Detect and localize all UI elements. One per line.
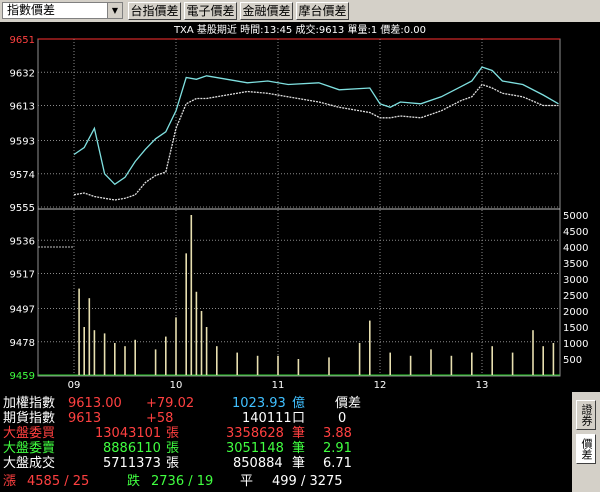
price-tick-label: 9651 <box>10 35 35 46</box>
chevron-down-icon[interactable]: ▼ <box>107 3 122 18</box>
price-tick-label: 9459 <box>10 371 35 382</box>
volume-tick-label: 1000 <box>563 339 588 350</box>
advancers-label: 漲 <box>3 474 17 489</box>
price-tick-label: 9555 <box>10 203 35 214</box>
volume-tick-label: 3500 <box>563 259 588 270</box>
price-tick-label: 9574 <box>10 170 35 181</box>
taiex-amount: 1023.93 <box>232 396 286 411</box>
taiex-label: 加權指數 <box>3 396 56 411</box>
market-volume-label: 大盤成交 <box>3 456 56 471</box>
futures-label: 期貨指數 <box>3 411 56 426</box>
tab-spread[interactable]: 價差 <box>576 434 596 464</box>
chart-header: TXA 基股期近 時間:13:45 成交:9613 單量:1 價差:0.00 <box>173 23 426 36</box>
taiex-price: 9613.00 <box>68 396 122 411</box>
market-ask-ratio: 2.91 <box>323 441 352 456</box>
unchanged-label: 平 <box>240 474 254 489</box>
futures-qty: 140111 <box>242 411 292 426</box>
market-ask-count-unit: 筆 <box>292 441 306 456</box>
futures-qty-unit: 口 <box>292 411 306 426</box>
side-tabbar: 證券 價差 <box>572 392 600 492</box>
market-volume-count: 850884 <box>233 456 283 471</box>
futures-price: 9613 <box>68 411 102 426</box>
time-tick-label: 13 <box>476 380 489 391</box>
market-ask-value: 8886110 <box>103 441 161 456</box>
spread-value: 0 <box>338 411 347 426</box>
taiex-change: +79.02 <box>146 396 195 411</box>
time-tick-label: 11 <box>272 380 285 391</box>
futures-change: +58 <box>146 411 174 426</box>
market-bid-label: 大盤委買 <box>3 426 56 441</box>
market-volume-ratio: 6.71 <box>323 456 352 471</box>
tab-securities[interactable]: 證券 <box>576 400 596 430</box>
chart-panel: TXA 基股期近 時間:13:45 成交:9613 單量:1 價差:0.00 9… <box>0 22 600 392</box>
market-bid-count: 3358628 <box>226 426 284 441</box>
time-tick-label: 12 <box>374 380 387 391</box>
price-tick-label: 9632 <box>10 68 35 79</box>
volume-tick-label: 1500 <box>563 323 588 334</box>
volume-tick-label: 4500 <box>563 227 588 238</box>
quote-panel: 加權指數 9613.00 +79.02 1023.93 億 價差 期貨指數 96… <box>0 392 600 492</box>
volume-tick-label: 2500 <box>563 291 588 302</box>
market-ask-label: 大盤委賣 <box>3 441 56 456</box>
market-ask-unit: 張 <box>166 441 180 456</box>
time-tick-label: 10 <box>170 380 183 391</box>
taiex-spread-button[interactable]: 台指價差 <box>128 2 181 20</box>
spread-label: 價差 <box>335 396 362 411</box>
decliners-value: 2736 / 19 <box>151 474 214 489</box>
volume-tick-label: 500 <box>563 355 582 366</box>
market-volume-unit: 張 <box>166 456 180 471</box>
index-select-value: 指數價差 <box>7 3 56 17</box>
market-bid-value: 13043101 <box>95 426 162 441</box>
electronics-spread-button[interactable]: 電子價差 <box>184 2 237 20</box>
price-tick-label: 9478 <box>10 338 35 349</box>
price-tick-label: 9517 <box>10 270 35 281</box>
decliners-label: 跌 <box>127 474 141 489</box>
price-line <box>73 66 559 186</box>
volume-tick-label: 2000 <box>563 307 588 318</box>
market-bid-count-unit: 筆 <box>292 426 306 441</box>
price-tick-label: 9593 <box>10 137 35 148</box>
volume-tick-label: 5000 <box>563 211 588 222</box>
market-volume-value: 5711373 <box>103 456 161 471</box>
volume-tick-label: 3000 <box>563 275 588 286</box>
volume-tick-label: 4000 <box>563 243 588 254</box>
taiex-amount-unit: 億 <box>292 396 306 411</box>
toolbar: 指數價差 ▼ 台指價差 電子價差 金融價差 摩台價差 <box>0 0 600 22</box>
market-bid-ratio: 3.88 <box>323 426 352 441</box>
unchanged-value: 499 / 3275 <box>272 474 343 489</box>
intraday-chart: TXA 基股期近 時間:13:45 成交:9613 單量:1 價差:0.00 9… <box>10 23 589 391</box>
time-tick-label: 09 <box>68 380 81 391</box>
price-tick-label: 9497 <box>10 305 35 316</box>
market-volume-count-unit: 筆 <box>292 456 306 471</box>
finance-spread-button[interactable]: 金融價差 <box>240 2 293 20</box>
market-ask-count: 3051148 <box>226 441 284 456</box>
advancers-value: 4585 / 25 <box>27 474 90 489</box>
msci-spread-button[interactable]: 摩台價差 <box>296 2 349 20</box>
index-select[interactable]: 指數價差 ▼ <box>2 2 123 19</box>
price-tick-label: 9536 <box>10 236 35 247</box>
market-bid-unit: 張 <box>166 426 180 441</box>
price-line <box>73 83 559 201</box>
price-tick-label: 9613 <box>10 102 35 113</box>
